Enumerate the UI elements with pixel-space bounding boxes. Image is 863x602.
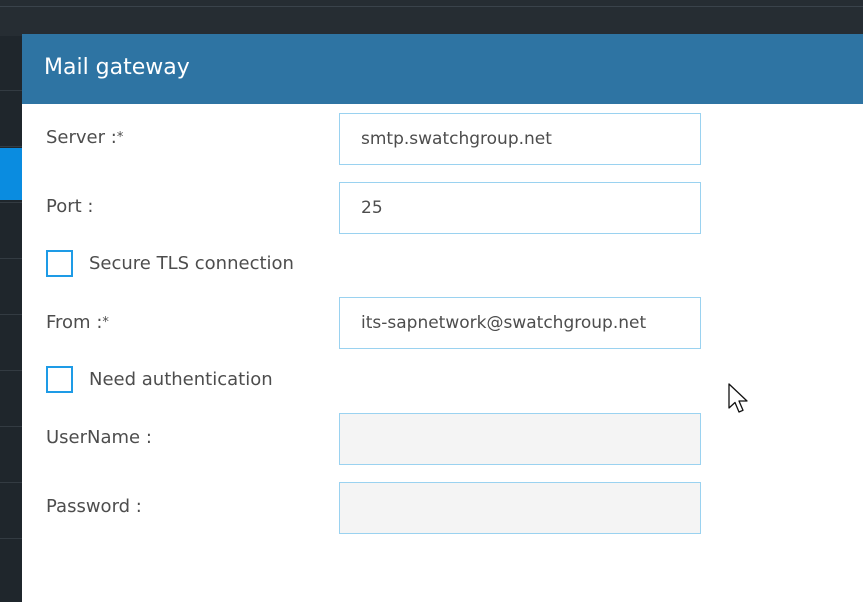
sidebar-separator xyxy=(0,202,22,203)
server-input[interactable] xyxy=(339,113,701,165)
password-label: Password : xyxy=(46,496,142,517)
sidebar-separator xyxy=(0,258,22,259)
username-label: UserName : xyxy=(46,427,152,448)
app-top-bar xyxy=(0,0,863,36)
password-input[interactable] xyxy=(339,482,701,534)
username-input[interactable] xyxy=(339,413,701,465)
port-label: Port : xyxy=(46,196,94,217)
server-label: Server :* xyxy=(46,126,123,150)
from-input[interactable] xyxy=(339,297,701,349)
sidebar-separator xyxy=(0,90,22,91)
from-required-mark: * xyxy=(102,315,109,330)
sidebar-separator xyxy=(0,370,22,371)
from-label-text: From : xyxy=(46,312,103,333)
mail-gateway-dialog: Mail gateway Server :* Port : Secure TLS… xyxy=(22,34,863,602)
server-label-text: Server : xyxy=(46,127,117,148)
sidebar-separator xyxy=(0,146,22,147)
sidebar-item-active[interactable] xyxy=(0,148,22,200)
secure-tls-label[interactable]: Secure TLS connection xyxy=(89,252,294,276)
app-sidebar xyxy=(0,36,22,602)
from-label: From :* xyxy=(46,311,109,335)
need-authentication-checkbox[interactable] xyxy=(46,366,73,393)
need-authentication-label[interactable]: Need authentication xyxy=(89,368,273,392)
port-input[interactable] xyxy=(339,182,701,234)
mouse-pointer-icon xyxy=(728,383,748,413)
secure-tls-checkbox[interactable] xyxy=(46,250,73,277)
sidebar-separator xyxy=(0,482,22,483)
sidebar-separator xyxy=(0,426,22,427)
sidebar-separator xyxy=(0,538,22,539)
dialog-header: Mail gateway xyxy=(22,34,863,104)
server-required-mark: * xyxy=(116,130,124,145)
sidebar-separator xyxy=(0,314,22,315)
dialog-title: Mail gateway xyxy=(44,55,190,80)
